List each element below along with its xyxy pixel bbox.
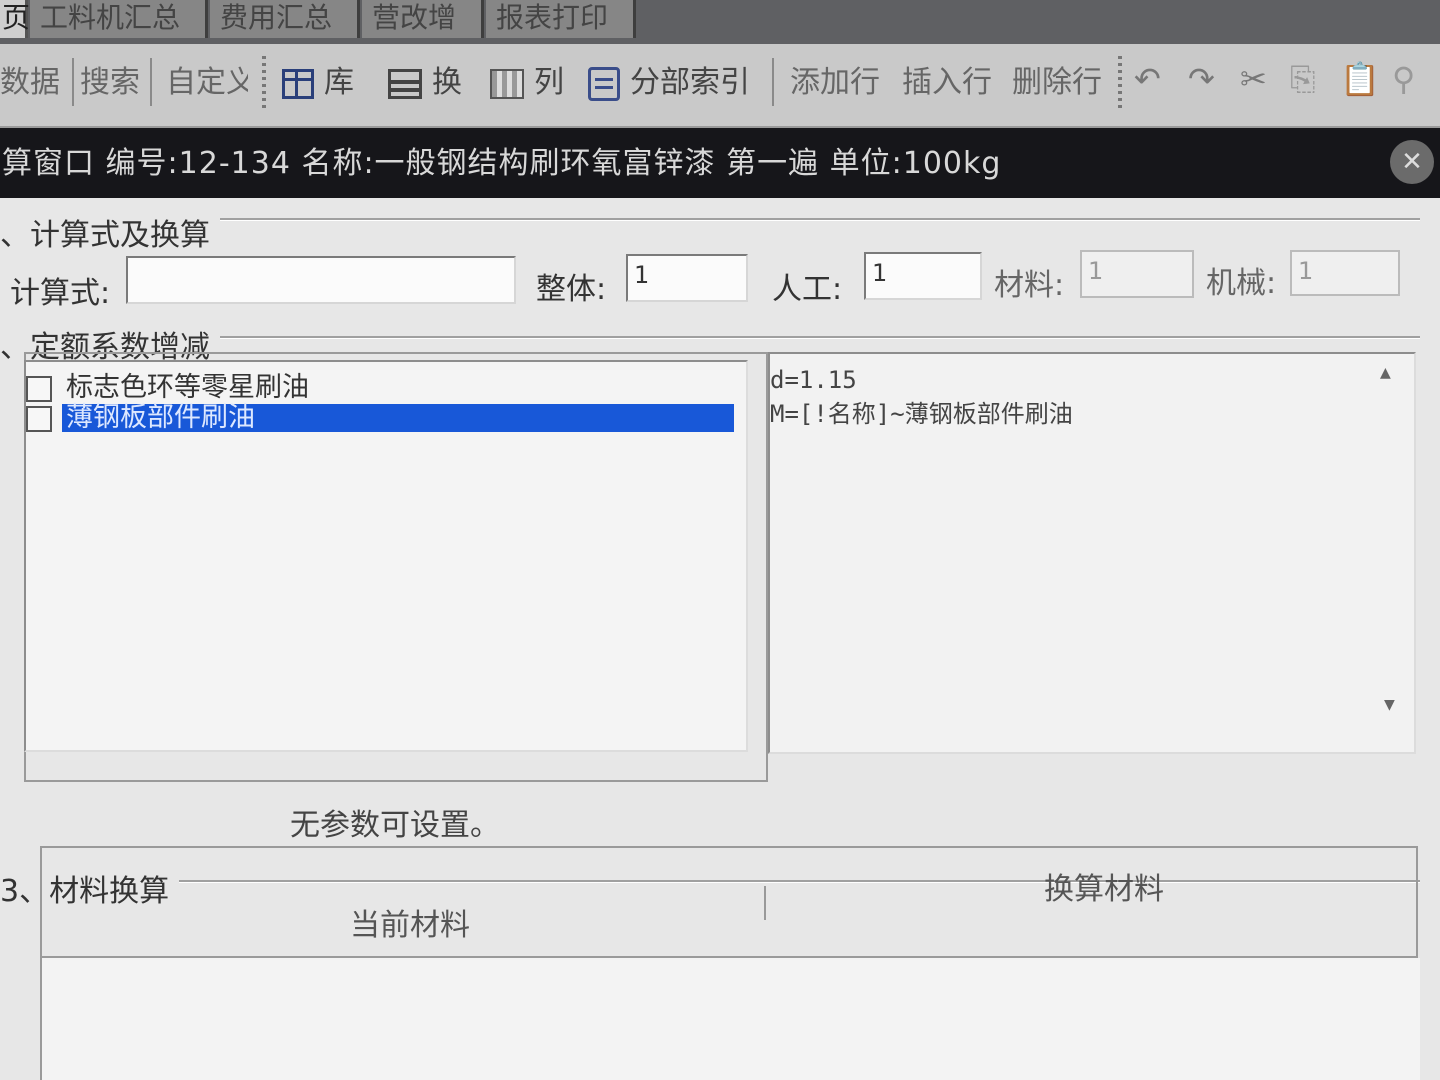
tab-strip: 页 工料机汇总 费用汇总 营改增 报表打印 (0, 0, 1440, 44)
swap-label: 换 (432, 65, 462, 100)
tab-page[interactable]: 页 (0, 0, 30, 38)
machine-label: 机械: (1206, 266, 1277, 301)
whole-label: 整体: (536, 272, 607, 307)
add-row-button[interactable]: 添加行 (790, 58, 880, 108)
search-button[interactable]: 搜索 (80, 58, 140, 108)
tab-vat-reform[interactable]: 营改增 (362, 0, 484, 38)
labor-coef-input[interactable]: 1 (864, 252, 982, 300)
list-item-label: 薄钢板部件刷油 (62, 404, 734, 432)
tab-report-print[interactable]: 报表打印 (486, 0, 636, 38)
list-item-selected[interactable]: 薄钢板部件刷油 (26, 404, 738, 434)
formula-input[interactable] (126, 256, 516, 304)
index-icon (588, 66, 620, 101)
library-icon (282, 68, 314, 99)
custom-button[interactable]: 自定义 (166, 58, 248, 108)
data-button[interactable]: 数据 (0, 58, 60, 108)
detail-line: M=[!名称]~薄钢板部件刷油 (770, 400, 1073, 428)
cut-icon[interactable]: ✂ (1240, 60, 1267, 98)
window-title: 算窗口 编号:12-134 名称:一般钢结构刷环氧富锌漆 第一遍 单位:100k… (2, 146, 1002, 181)
formula-label: 计算式: (10, 276, 111, 311)
undo-icon[interactable]: ↶ (1134, 60, 1161, 98)
material-label: 材料: (994, 268, 1065, 303)
column-icon (490, 68, 524, 99)
material-grid-body[interactable] (40, 958, 1420, 1080)
checkbox[interactable] (26, 376, 52, 402)
toolbar-grip[interactable] (1118, 56, 1122, 112)
labor-label: 人工: (772, 272, 843, 307)
material-coef-input[interactable]: 1 (1080, 250, 1194, 298)
library-label: 库 (324, 65, 354, 100)
tab-material-summary[interactable]: 工料机汇总 (30, 0, 208, 38)
delete-row-button[interactable]: 删除行 (1012, 58, 1102, 108)
machine-coef-input[interactable]: 1 (1290, 250, 1400, 296)
whole-coef-input[interactable]: 1 (626, 254, 748, 302)
no-params-message: 无参数可设置。 (290, 808, 500, 843)
column-label: 列 (534, 65, 564, 100)
section-index-button[interactable]: 分部索引 (588, 58, 750, 108)
material-grid-header (40, 846, 1418, 958)
library-button[interactable]: 库 (282, 58, 354, 108)
toolbar-separator (150, 58, 152, 106)
detail-line: d=1.15 (770, 366, 857, 394)
section1-title: 、计算式及换算 (0, 210, 220, 254)
list-item[interactable]: 标志色环等零星刷油 (26, 374, 738, 404)
paste-icon[interactable]: 📋 (1340, 60, 1380, 98)
scroll-down-icon[interactable]: ▼ (1384, 694, 1395, 715)
toolbar-separator (72, 58, 74, 106)
copy-icon[interactable]: ⎘ (1290, 60, 1316, 99)
checkbox[interactable] (26, 406, 52, 432)
toolbar-grip[interactable] (262, 56, 266, 112)
section-index-label: 分部索引 (630, 65, 750, 100)
column-button[interactable]: 列 (490, 58, 564, 108)
toolbar-separator (772, 58, 774, 106)
list-item-label: 标志色环等零星刷油 (66, 372, 309, 403)
find-icon[interactable]: ⚲ (1392, 60, 1415, 98)
swap-material-header[interactable]: 换算材料 (1044, 864, 1164, 908)
close-icon[interactable]: ✕ (1390, 140, 1434, 184)
redo-icon[interactable]: ↷ (1188, 60, 1215, 98)
coefficient-option-list[interactable]: 标志色环等零星刷油 薄钢板部件刷油 (24, 360, 748, 752)
scroll-up-icon[interactable]: ▲ (1380, 362, 1391, 383)
column-separator[interactable] (764, 886, 766, 920)
current-material-header[interactable]: 当前材料 (350, 900, 470, 944)
formula-detail-textarea[interactable]: d=1.15 M=[!名称]~薄钢板部件刷油 ▲ ▼ (768, 352, 1416, 754)
swap-icon (388, 68, 422, 99)
swap-button[interactable]: 换 (388, 58, 462, 108)
tab-cost-summary[interactable]: 费用汇总 (210, 0, 360, 38)
insert-row-button[interactable]: 插入行 (902, 58, 992, 108)
